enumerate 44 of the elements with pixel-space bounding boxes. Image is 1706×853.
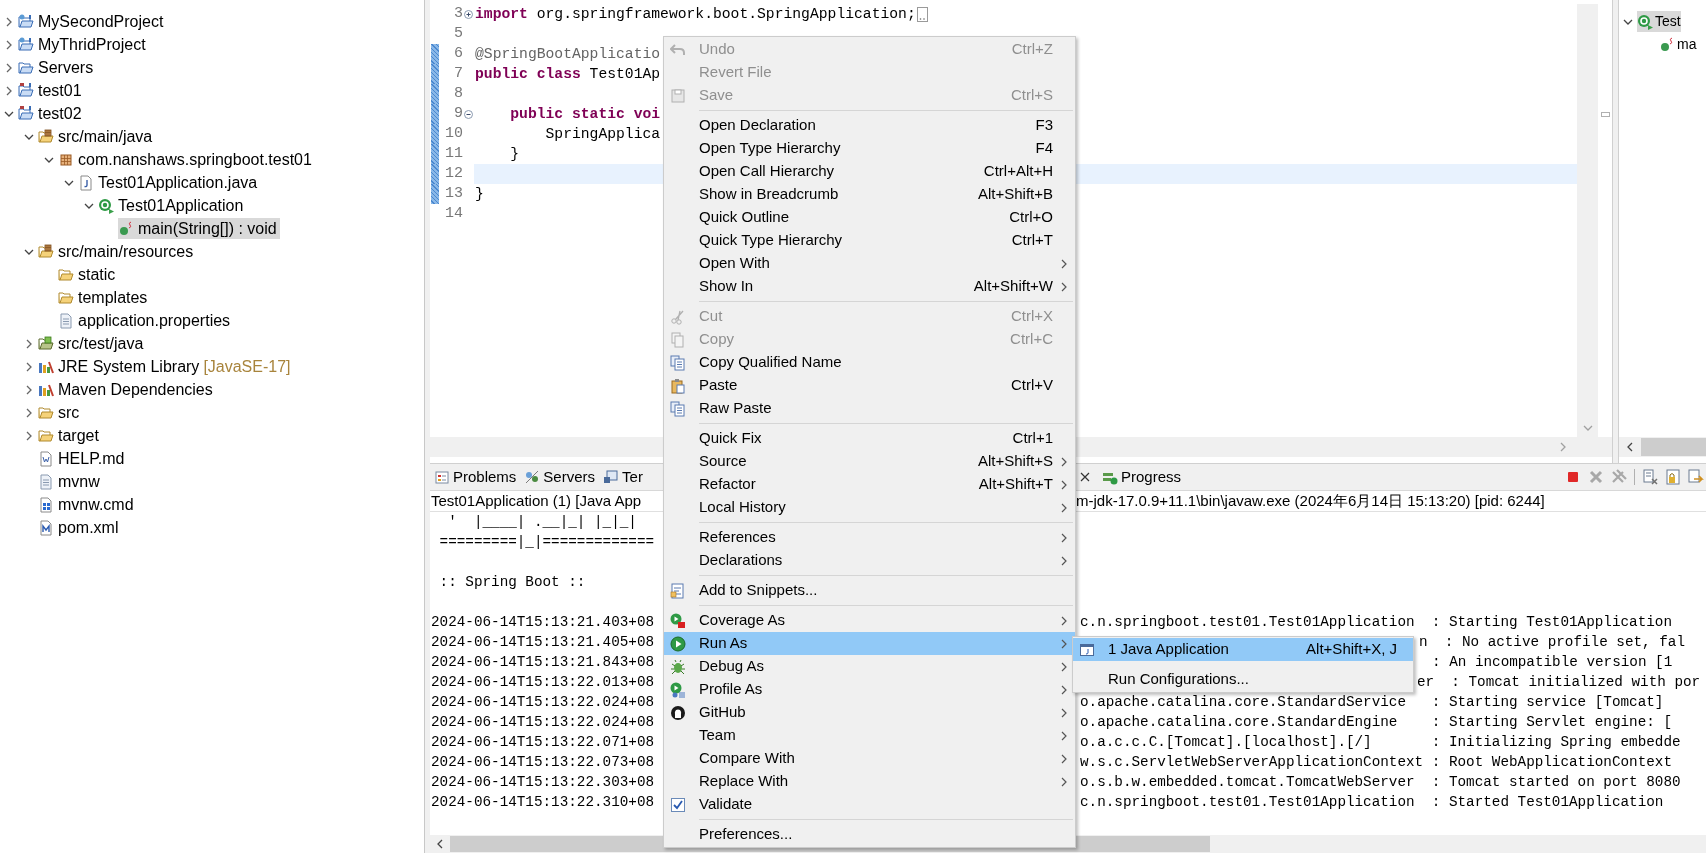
line-number: 10 <box>444 124 463 144</box>
console-line: 2024-06-14T15:13:22.024+08 <box>430 713 656 732</box>
line-number: 9 <box>453 104 463 124</box>
line-number: 5 <box>453 24 463 44</box>
console-line: o.apache.catalina.core.StandardService : Starting service [Tomcat] <box>1080 694 1664 710</box>
line-number: 12 <box>444 164 463 184</box>
console-line: o.apache.catalina.core.StandardEngine : Starting Servlet engine: [ <box>1080 714 1672 730</box>
console-line: 2024-06-14T15:13:22.071+08 <box>430 733 656 752</box>
code-line: public static voi <box>509 105 661 124</box>
code-line: public class Test01Ap <box>475 65 661 84</box>
console-line: 2024-06-14T15:13:22.073+08 <box>430 753 656 772</box>
line-number: 8 <box>453 84 463 104</box>
console-line: 2024-06-14T15:13:22.024+08 <box>430 693 656 712</box>
console-line: ' |____| .__|_| |_|_| <box>447 514 637 530</box>
console-line: c.n.springboot.test01.Test01Application : Started Test01Application <box>1080 794 1664 810</box>
line-number: 3 <box>453 4 463 24</box>
console-line: n : No active profile set, fal <box>1419 634 1685 650</box>
console-line: =========|_|============= <box>438 534 655 550</box>
console-line: 2024-06-14T15:13:22.013+08 <box>430 673 656 692</box>
code-line: } <box>475 185 484 204</box>
console-line: 2024-06-14T15:13:21.405+08 <box>430 633 656 652</box>
console-line: 2024-06-14T15:13:22.303+08 <box>430 773 656 792</box>
console-line: 2024-06-14T15:13:22.310+08 <box>430 793 656 812</box>
console-line: 2024-06-14T15:13:21.843+08 <box>430 653 656 672</box>
code-line: import org.springframework.boot.SpringApplication; <box>475 5 916 24</box>
console-title: Test01Application (1) [Java App <box>430 490 643 511</box>
console-line: c.n.springboot.test01.Test01Application : Starting Test01Application <box>1080 614 1672 630</box>
console-title: m-jdk-17.0.9+11.1\bin\javaw.exe (2024年6月14日 15:13:20) [pid: 6244] <box>1076 490 1545 511</box>
console-line: o.s.b.w.embedded.tomcat.TomcatWebServer : Tomcat started on port 8080 <box>1080 774 1681 790</box>
code-line: @SpringBootApplicatio <box>475 45 661 64</box>
code-line: SpringApplica <box>544 125 661 144</box>
line-number: 7 <box>453 64 463 84</box>
library-version: [JavaSE-17] <box>203 356 291 377</box>
line-number: 14 <box>444 204 463 224</box>
console-line: :: Spring Boot :: <box>438 574 586 590</box>
console-line: 2024-06-14T15:13:21.403+08 <box>430 613 656 632</box>
console-line: w.s.c.ServletWebServerApplicationContext : Root WebApplicationContext <box>1080 754 1672 770</box>
console-line: : An incompatible version [1 <box>1432 654 1673 670</box>
line-number: 13 <box>444 184 463 204</box>
line-number: 11 <box>444 144 463 164</box>
line-number: 6 <box>453 44 463 64</box>
console-line: o.a.c.c.C.[Tomcat].[localhost].[/] : Initializing Spring embedde <box>1080 734 1681 750</box>
code-line: } <box>509 145 520 164</box>
console-line: er : Tomcat initialized with por <box>1417 674 1701 690</box>
